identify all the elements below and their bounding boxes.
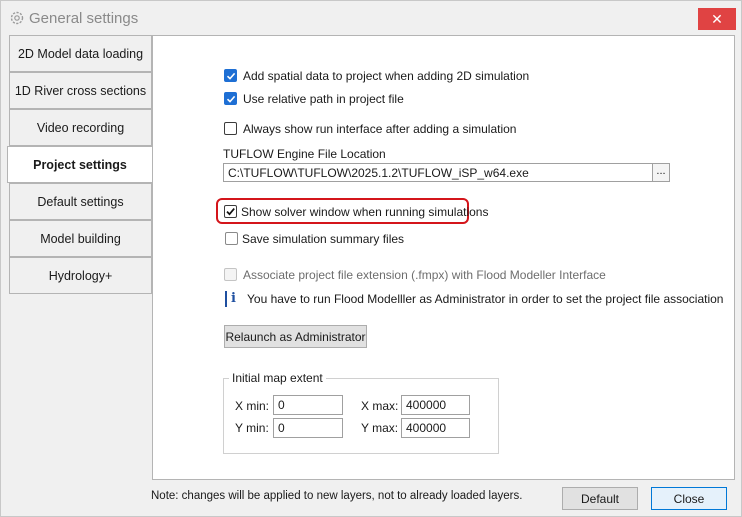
associate-extension-checkbox[interactable] (224, 268, 237, 281)
tab-project-settings[interactable]: Project settings (7, 146, 152, 183)
xmin-field[interactable]: 0 (273, 395, 343, 415)
tab-1d-river-cross-sections[interactable]: 1D River cross sections (9, 72, 152, 109)
browse-button[interactable]: ... (652, 163, 670, 182)
add-spatial-data-label: Add spatial data to project when adding … (243, 69, 530, 83)
info-text: You have to run Flood Modelller as Admin… (247, 292, 724, 306)
tab-model-building[interactable]: Model building (9, 220, 152, 257)
ymax-label: Y max: (361, 421, 399, 435)
ymax-field[interactable]: 400000 (401, 418, 470, 438)
xmin-label: X min: (235, 399, 270, 413)
tab-hydrology-plus[interactable]: Hydrology+ (9, 257, 152, 294)
ymin-field[interactable]: 0 (273, 418, 343, 438)
show-solver-label: Show solver window when running simulati… (241, 205, 489, 219)
title-bar: General settings ✕ (1, 1, 741, 35)
default-button[interactable]: Default (562, 487, 638, 510)
always-show-run-label: Always show run interface after adding a… (243, 122, 517, 136)
map-extent-title: Initial map extent (229, 371, 326, 385)
map-extent-group (223, 378, 499, 454)
tab-default-settings[interactable]: Default settings (9, 183, 152, 220)
settings-window: General settings ✕ 2D Model data loading… (0, 0, 742, 517)
gear-icon (9, 10, 25, 26)
engine-location-label: TUFLOW Engine File Location (223, 147, 386, 161)
save-summary-label: Save simulation summary files (242, 232, 405, 246)
info-icon: i (231, 291, 236, 306)
add-spatial-data-checkbox[interactable] (224, 69, 237, 82)
xmax-label: X max: (361, 399, 399, 413)
relative-path-checkbox[interactable] (224, 92, 237, 105)
engine-path-field[interactable]: C:\TUFLOW\TUFLOW\2025.1.2\TUFLOW_iSP_w64… (223, 163, 653, 182)
associate-extension-label: Associate project file extension (.fmpx)… (243, 268, 606, 282)
relative-path-label: Use relative path in project file (243, 92, 404, 106)
footer-note: Note: changes will be applied to new lay… (151, 490, 523, 502)
ymin-label: Y min: (235, 421, 269, 435)
xmax-field[interactable]: 400000 (401, 395, 470, 415)
save-summary-checkbox[interactable] (225, 232, 238, 245)
tab-video-recording[interactable]: Video recording (9, 109, 152, 146)
info-bar (225, 291, 227, 307)
window-title: General settings (29, 10, 139, 27)
window-close-button[interactable]: ✕ (698, 8, 736, 30)
relaunch-admin-button[interactable]: Relaunch as Administrator (224, 325, 367, 348)
tab-2d-model-data-loading[interactable]: 2D Model data loading (9, 35, 152, 72)
close-button[interactable]: Close (651, 487, 727, 510)
show-solver-checkbox[interactable] (224, 205, 237, 218)
always-show-run-checkbox[interactable] (224, 122, 237, 135)
